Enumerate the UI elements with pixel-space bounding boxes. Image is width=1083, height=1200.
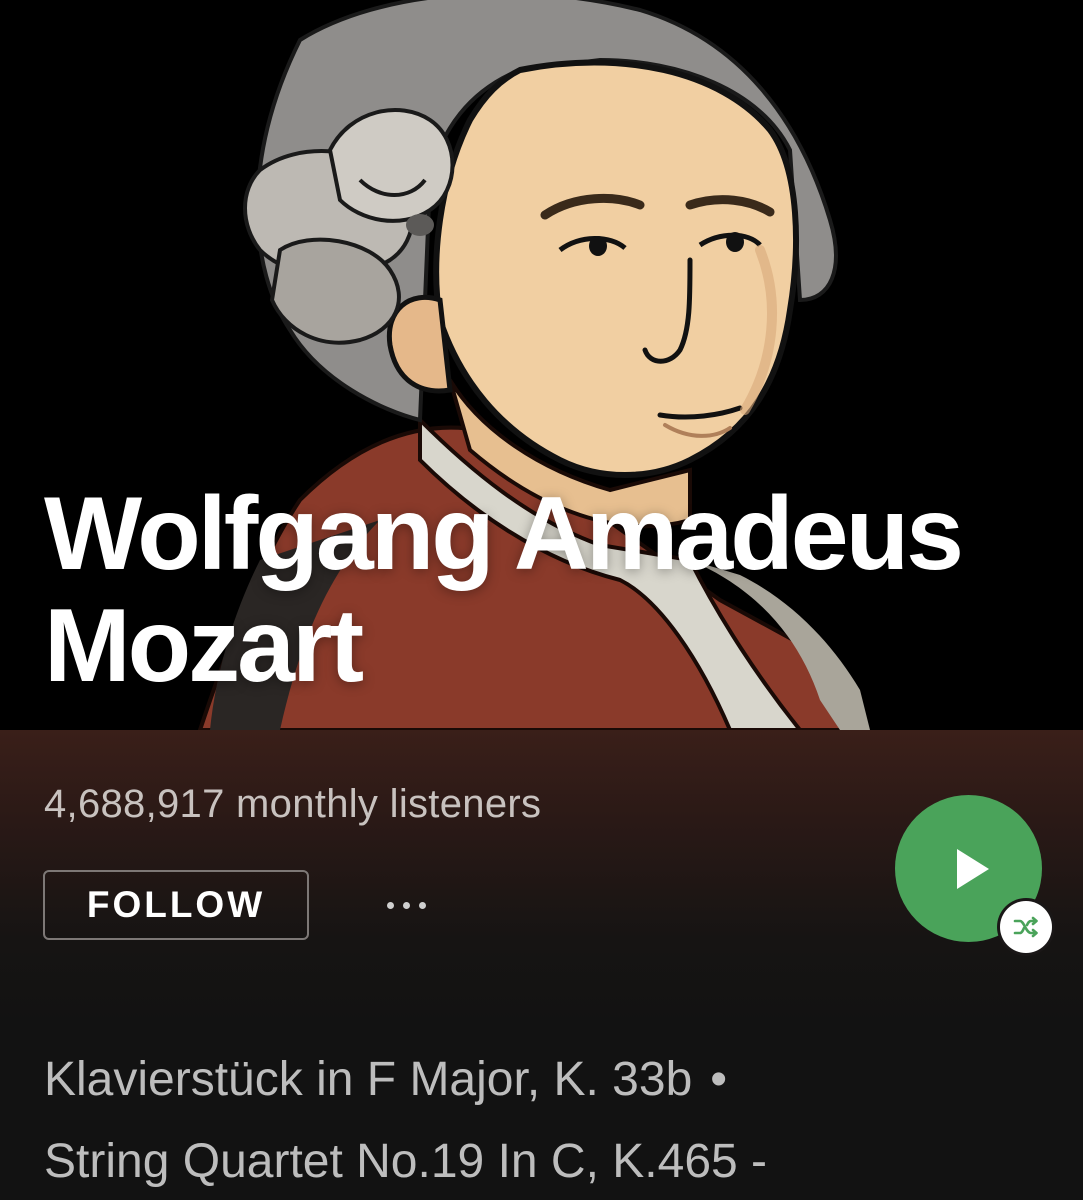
artist-name: Wolfgang Amadeus Mozart <box>44 478 1064 702</box>
artist-header: Wolfgang Amadeus Mozart <box>0 0 1083 730</box>
play-icon <box>956 848 989 889</box>
monthly-listeners: 4,688,917 monthly listeners <box>44 782 542 826</box>
track-title: Klavierstück in F Major, K. 33b <box>44 1053 693 1106</box>
shuffle-icon <box>1013 916 1038 938</box>
more-options-icon <box>402 901 410 909</box>
track-separator: • <box>710 1053 728 1106</box>
artist-name-line-1: Wolfgang Amadeus <box>44 476 964 592</box>
track-list-item[interactable]: String Quartet No.19 In C, K.465 - <box>44 1132 767 1192</box>
artist-name-line-2: Mozart <box>44 588 364 704</box>
shuffle-button[interactable] <box>1000 901 1052 953</box>
more-options-icon <box>386 901 394 909</box>
follow-button[interactable]: FOLLOW <box>43 870 309 940</box>
track-title: String Quartet No.19 In C, K.465 - <box>44 1135 768 1188</box>
artist-page: Wolfgang Amadeus Mozart 4,688,917 monthl… <box>0 0 1083 1200</box>
track-list-item[interactable]: Klavierstück in F Major, K. 33b • <box>44 1050 727 1110</box>
more-options-button[interactable] <box>376 880 436 930</box>
more-options-icon <box>418 901 426 909</box>
